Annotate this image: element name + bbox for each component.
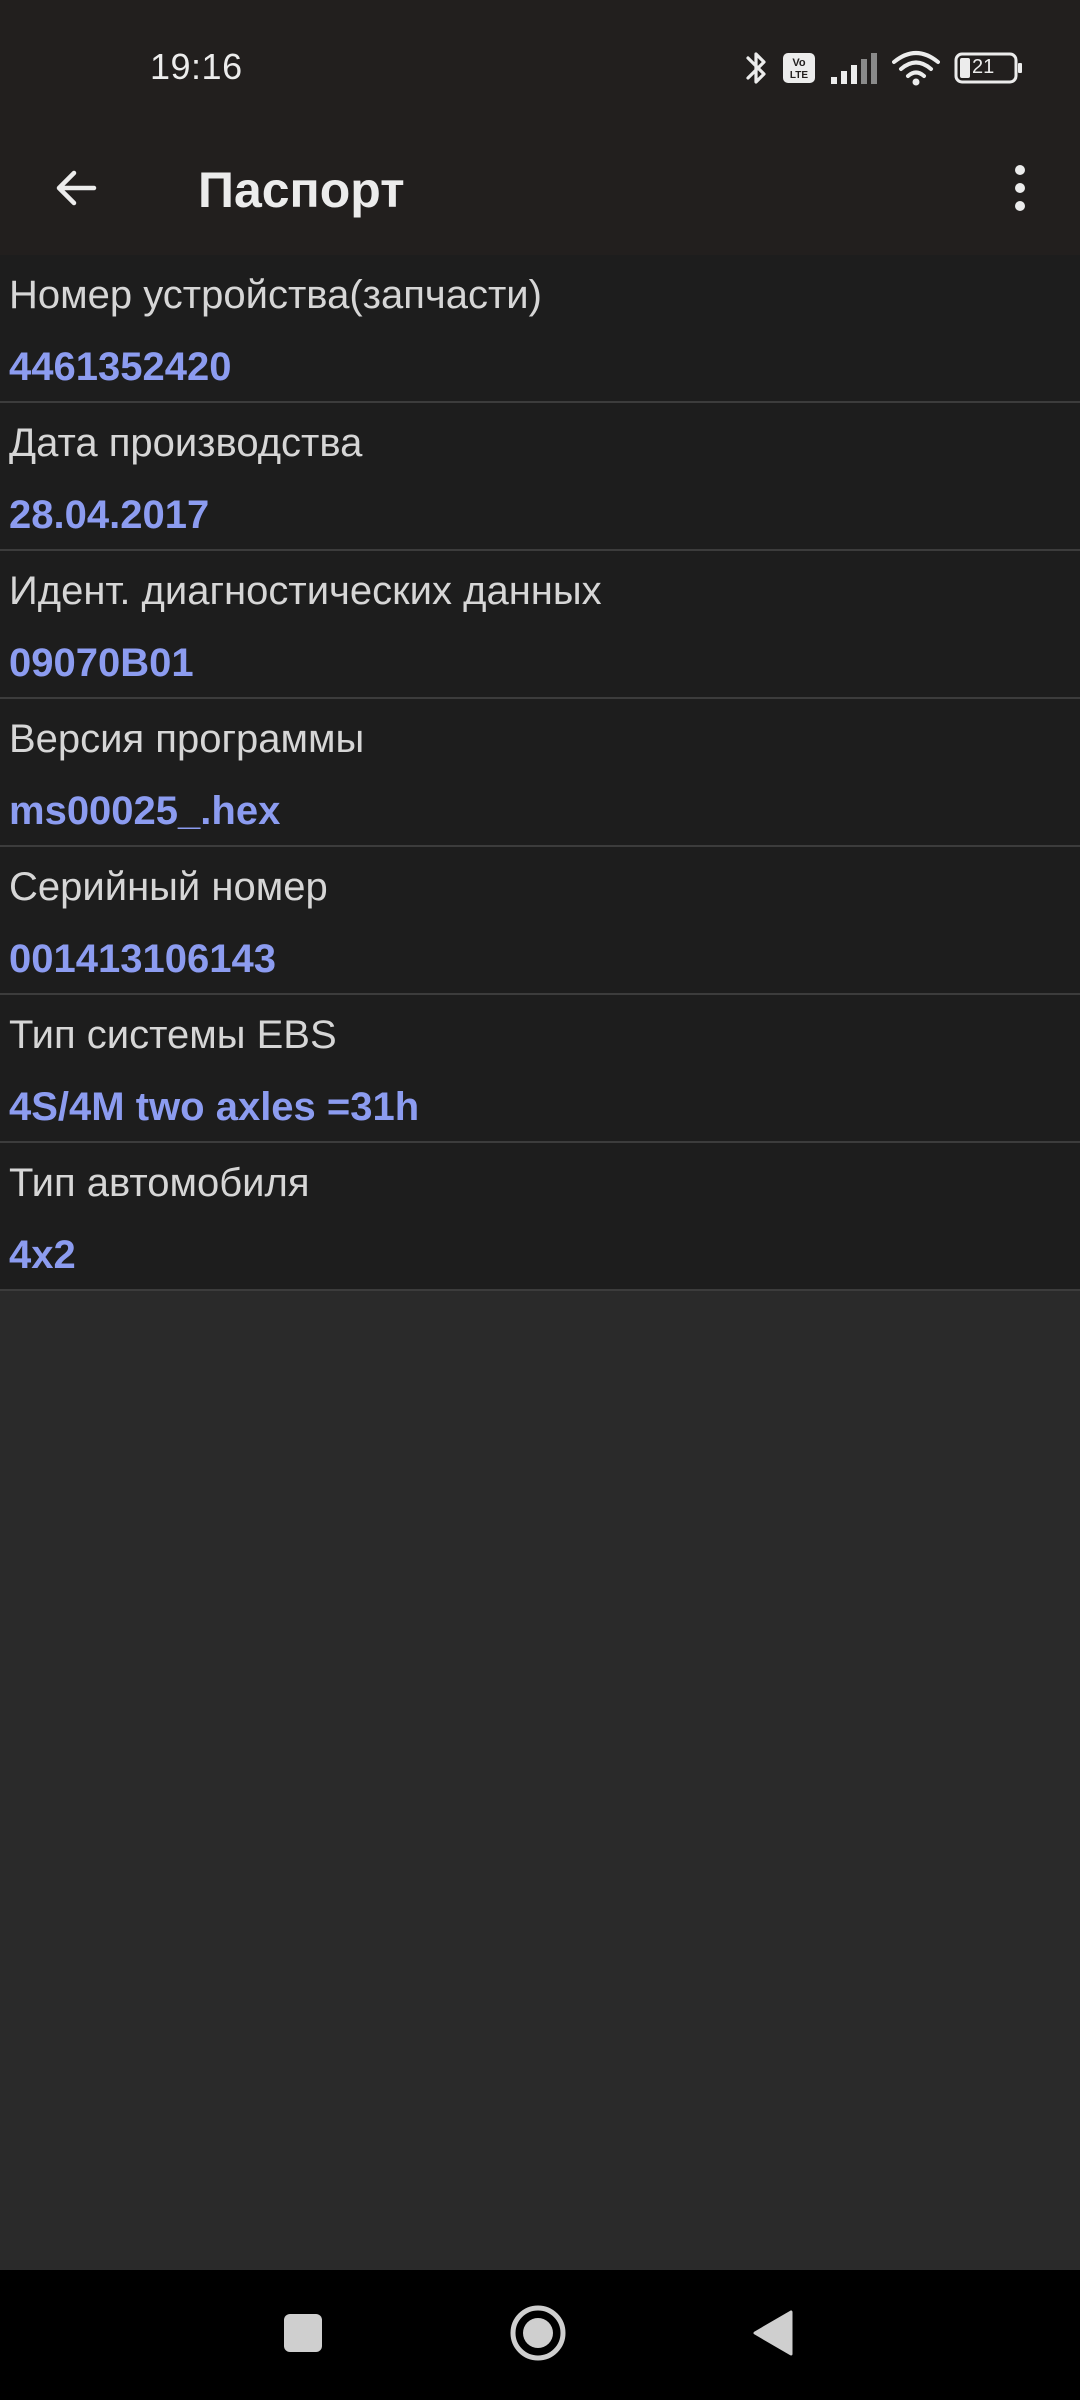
system-back-button[interactable] (733, 2295, 813, 2375)
arrow-left-icon (50, 162, 102, 219)
back-triangle-icon (751, 2308, 795, 2363)
info-value: 4S/4M two axles =31h (9, 1085, 420, 1129)
info-value: 001413106143 (9, 937, 276, 981)
info-row-ebs-type[interactable]: Тип системы EBS 4S/4M two axles =31h (0, 995, 1080, 1143)
info-row-diagnostic-id[interactable]: Идент. диагностических данных 09070B01 (0, 551, 1080, 699)
passport-info-list: Номер устройства(запчасти) 4461352420 Да… (0, 255, 1080, 1291)
battery-icon: 21 (954, 52, 1024, 84)
info-label: Тип автомобиля (9, 1161, 310, 1205)
info-value: 09070B01 (9, 641, 194, 685)
info-row-production-date[interactable]: Дата производства 28.04.2017 (0, 403, 1080, 551)
info-row-serial-number[interactable]: Серийный номер 001413106143 (0, 847, 1080, 995)
battery-level: 21 (972, 56, 995, 78)
status-time: 19:16 (150, 46, 243, 87)
page-title: Паспорт (198, 162, 405, 218)
status-bar: 19:16 Vo LTE 21 (0, 0, 1080, 130)
system-nav-bar (0, 2270, 1080, 2400)
bluetooth-icon (744, 48, 768, 88)
recents-square-icon (281, 2311, 325, 2360)
home-circle-icon (508, 2303, 568, 2368)
info-label: Номер устройства(запчасти) (9, 273, 542, 317)
svg-text:Vo: Vo (792, 57, 806, 69)
info-value: 4461352420 (9, 345, 232, 389)
info-value: 28.04.2017 (9, 493, 210, 537)
info-label: Дата производства (9, 421, 363, 465)
more-vert-icon (1012, 162, 1028, 219)
info-label: Версия программы (9, 717, 365, 761)
home-button[interactable] (498, 2295, 578, 2375)
info-label: Тип системы EBS (9, 1013, 337, 1057)
volte-icon: Vo LTE (782, 52, 816, 84)
info-row-vehicle-type[interactable]: Тип автомобиля 4x2 (0, 1143, 1080, 1291)
info-label: Серийный номер (9, 865, 328, 909)
back-button[interactable] (36, 150, 116, 230)
app-bar: Паспорт (0, 130, 1080, 255)
overflow-menu-button[interactable] (980, 150, 1060, 230)
info-label: Идент. диагностических данных (9, 569, 602, 613)
info-row-software-version[interactable]: Версия программы ms00025_.hex (0, 699, 1080, 847)
wifi-icon (892, 50, 940, 86)
status-icons: Vo LTE 21 (744, 48, 1024, 88)
recents-button[interactable] (263, 2295, 343, 2375)
info-value: 4x2 (9, 1233, 76, 1277)
info-row-part-number[interactable]: Номер устройства(запчасти) 4461352420 (0, 255, 1080, 403)
svg-text:LTE: LTE (790, 70, 808, 81)
info-value: ms00025_.hex (9, 789, 281, 833)
signal-icon (830, 51, 878, 85)
